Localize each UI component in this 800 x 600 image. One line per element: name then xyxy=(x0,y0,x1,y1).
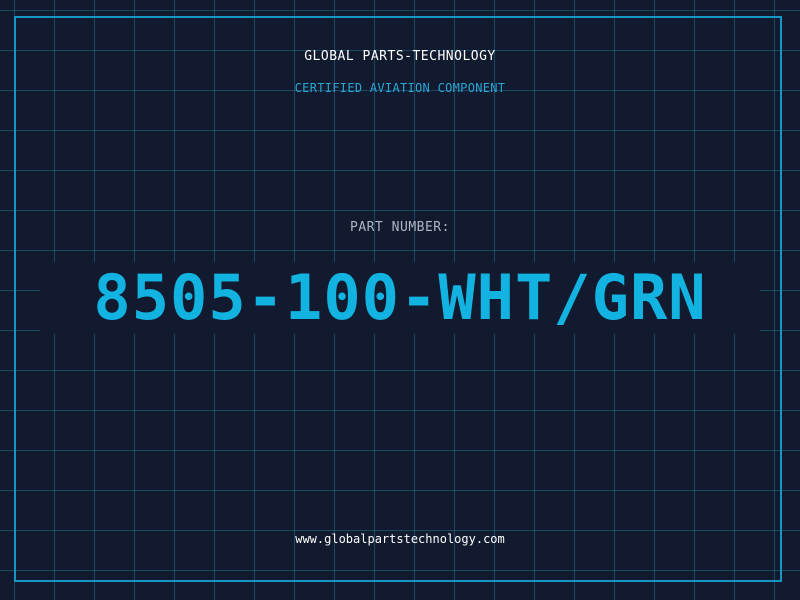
part-number: 8505-100-WHT/GRN xyxy=(93,261,707,334)
tagline: CERTIFIED AVIATION COMPONENT xyxy=(294,81,506,95)
brand-name: GLOBAL PARTS-TECHNOLOGY xyxy=(304,49,496,64)
website-url: www.globalpartstechnology.com xyxy=(295,532,505,546)
part-number-label: PART NUMBER: xyxy=(350,220,450,235)
